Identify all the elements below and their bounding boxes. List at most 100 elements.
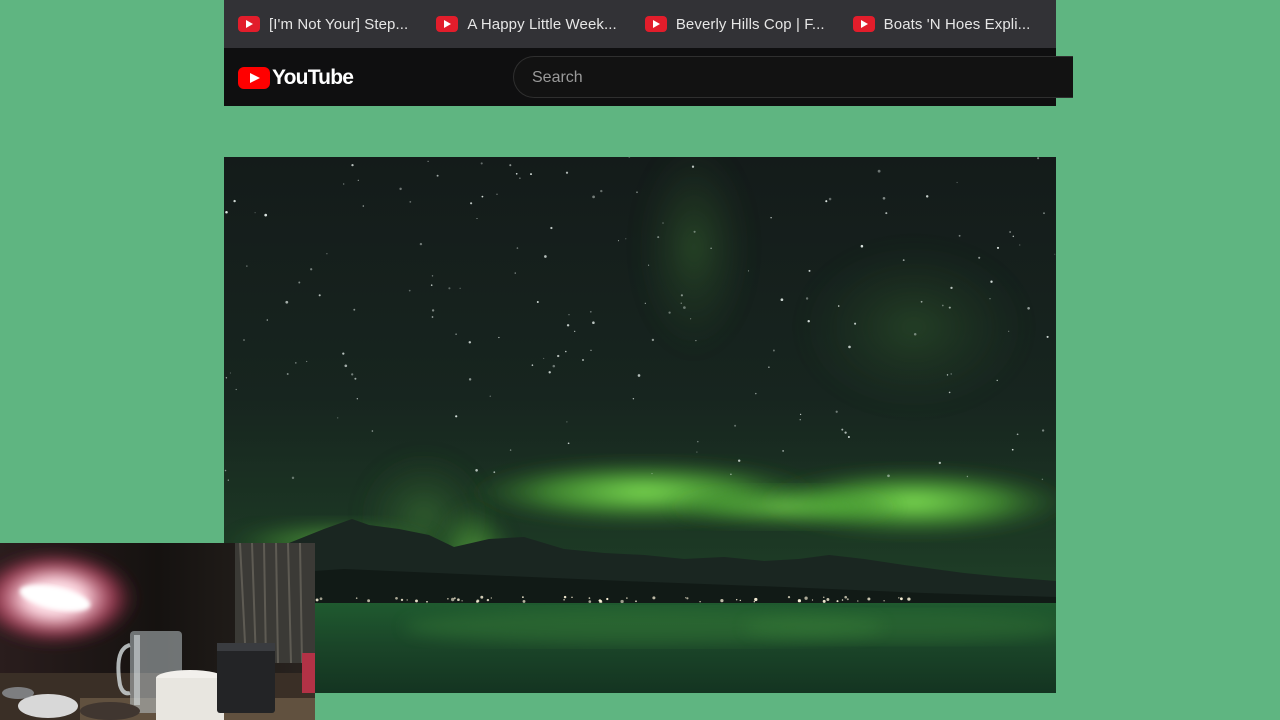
star xyxy=(1046,335,1049,338)
star xyxy=(455,415,458,418)
star xyxy=(996,246,1000,249)
town-light xyxy=(480,595,484,599)
town-light xyxy=(522,596,524,598)
star xyxy=(552,364,556,368)
star xyxy=(489,395,491,397)
bookmark-label: A Happy Little Week... xyxy=(467,15,617,33)
video-frame xyxy=(224,157,1056,693)
star xyxy=(246,265,248,267)
bookmark-item[interactable]: Boats 'N Hoes Expli... xyxy=(852,16,1031,33)
star xyxy=(860,244,864,248)
star xyxy=(306,360,308,363)
star xyxy=(566,421,568,423)
star xyxy=(480,162,483,165)
star xyxy=(356,398,358,400)
aurora-faint-band xyxy=(794,237,1034,417)
red-object xyxy=(302,653,315,693)
town-light xyxy=(355,597,358,599)
star xyxy=(805,297,809,300)
star xyxy=(566,324,570,327)
town-light xyxy=(846,598,849,601)
star xyxy=(600,189,603,193)
bookmark-item[interactable]: A Happy Little Week... xyxy=(436,16,617,33)
star xyxy=(285,300,289,304)
star xyxy=(625,238,627,240)
star xyxy=(854,322,857,325)
youtube-logo[interactable]: YouTube xyxy=(238,66,354,90)
star xyxy=(436,174,439,177)
star xyxy=(617,240,620,242)
town-light xyxy=(857,600,859,602)
star xyxy=(657,236,660,239)
star xyxy=(294,362,297,364)
star xyxy=(1041,429,1045,432)
town-light xyxy=(823,596,825,598)
star xyxy=(730,473,732,476)
star xyxy=(799,413,802,416)
star xyxy=(496,193,498,195)
town-light xyxy=(476,599,480,603)
star xyxy=(697,440,699,443)
town-light xyxy=(844,595,848,599)
star xyxy=(224,469,227,472)
town-light xyxy=(461,600,463,602)
star xyxy=(351,373,354,376)
town-light xyxy=(588,597,591,599)
star xyxy=(431,275,434,277)
town-light xyxy=(406,599,408,601)
town-light xyxy=(867,597,871,601)
town-light xyxy=(900,597,903,601)
star xyxy=(948,306,951,309)
star xyxy=(235,388,237,391)
star xyxy=(696,451,698,453)
star xyxy=(1008,330,1010,332)
star xyxy=(887,474,890,478)
star xyxy=(948,391,951,394)
star xyxy=(568,314,570,316)
star xyxy=(362,205,365,207)
bookmark-label: Beverly Hills Cop | F... xyxy=(675,15,825,33)
star xyxy=(430,284,433,286)
town-light xyxy=(898,597,900,599)
star xyxy=(956,181,958,184)
star xyxy=(690,318,692,320)
star xyxy=(680,302,682,304)
town-light xyxy=(367,599,371,603)
star xyxy=(548,371,551,374)
star xyxy=(825,200,828,203)
star xyxy=(448,287,451,290)
star xyxy=(695,339,697,342)
webcam-overlay xyxy=(0,543,315,720)
star xyxy=(913,332,917,336)
town-light xyxy=(804,596,808,600)
town-light xyxy=(447,597,449,600)
star xyxy=(632,397,635,400)
star xyxy=(1019,244,1021,246)
bookmark-item[interactable]: Beverly Hills Cop | F... xyxy=(644,15,825,33)
star xyxy=(565,171,569,174)
star xyxy=(648,264,650,266)
star xyxy=(828,197,832,201)
star xyxy=(1012,235,1015,238)
town-light xyxy=(571,596,573,599)
town-light xyxy=(826,598,830,601)
town-light xyxy=(907,597,911,601)
star xyxy=(990,280,993,283)
star xyxy=(747,270,750,272)
town-light xyxy=(319,597,323,601)
star xyxy=(737,459,741,462)
star xyxy=(1027,307,1030,310)
star xyxy=(770,216,772,219)
star xyxy=(531,364,534,366)
star xyxy=(683,306,686,309)
star xyxy=(481,195,484,198)
bookmark-item[interactable]: [I'm Not Your] Step... xyxy=(238,16,408,33)
star xyxy=(946,374,949,376)
video-player[interactable] xyxy=(224,157,1056,693)
star xyxy=(966,475,969,478)
town-light xyxy=(699,601,701,603)
search-input[interactable] xyxy=(530,57,1054,99)
star xyxy=(225,377,228,379)
town-light xyxy=(635,600,637,603)
star xyxy=(885,212,888,215)
